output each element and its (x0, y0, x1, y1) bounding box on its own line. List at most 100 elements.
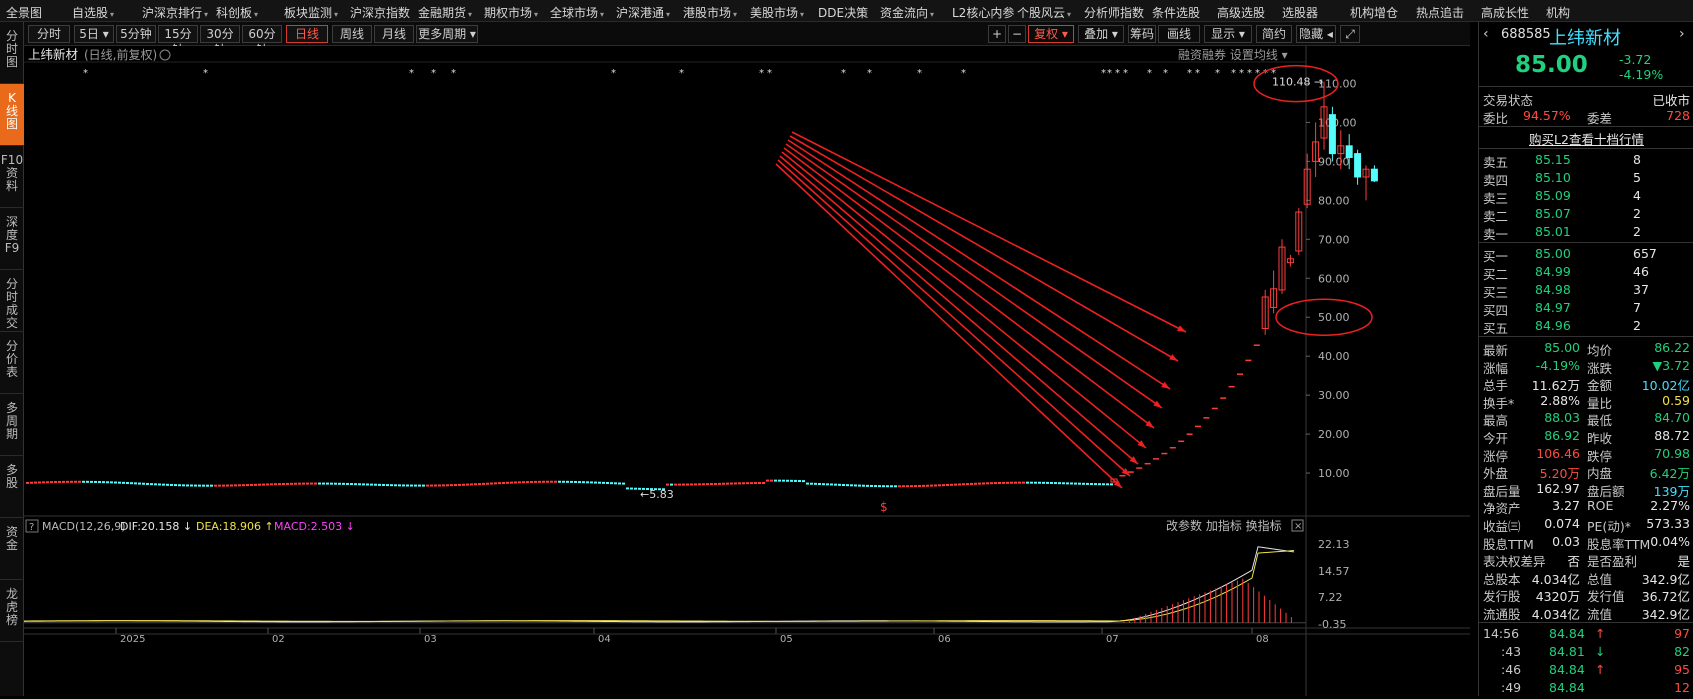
menu-7[interactable]: 期权市场 ▾ (484, 4, 538, 21)
toolbar-right-6[interactable]: 显示 ▾ (1204, 25, 1252, 43)
menu-10[interactable]: 港股市场 ▾ (683, 4, 737, 21)
period-0[interactable]: 分时 (28, 25, 70, 43)
ma-settings[interactable]: 融资融券 设置均线 ▾ (1178, 47, 1288, 62)
price-tick-label: 70.00 (1318, 233, 1350, 246)
history-candle (230, 484, 233, 487)
toolbar-right-3[interactable]: 叠加 ▾ (1078, 25, 1124, 43)
history-candle (306, 482, 309, 485)
event-marker[interactable]: * (1107, 68, 1112, 79)
menu-11[interactable]: 美股市场 ▾ (750, 4, 804, 21)
history-candle (870, 484, 873, 487)
event-marker[interactable]: * (679, 68, 684, 79)
menu-20[interactable]: 机构增仓 (1350, 4, 1398, 21)
menu-13[interactable]: 资金流向 ▾ (880, 4, 934, 21)
menu-18[interactable]: 高级选股 (1217, 4, 1265, 21)
event-marker[interactable]: * (1215, 68, 1220, 79)
menu-21[interactable]: 热点追击 (1416, 4, 1464, 21)
event-marker[interactable]: * (451, 68, 456, 79)
period-9[interactable]: 更多周期 ▾ (416, 25, 478, 43)
event-marker[interactable]: * (1147, 68, 1152, 79)
event-marker[interactable]: * (431, 68, 436, 79)
menu-19[interactable]: 选股器 (1282, 4, 1318, 21)
menu-9[interactable]: 沪深港通 ▾ (616, 4, 670, 21)
event-marker[interactable]: * (1123, 68, 1128, 79)
buy-l2-link[interactable]: 购买L2查看十档行情 (1479, 129, 1693, 148)
history-candle (234, 484, 237, 487)
event-marker[interactable]: * (867, 68, 872, 79)
nav-8[interactable]: 资金 (0, 518, 24, 580)
toolbar-right-1[interactable]: − (1008, 25, 1026, 43)
nav-4[interactable]: 分时成交 (0, 270, 24, 332)
nav-1[interactable]: K线图 (0, 84, 24, 146)
toolbar-right-2[interactable]: 复权 ▾ (1028, 25, 1074, 43)
indicator-links[interactable]: 改参数 加指标 换指标 (1166, 518, 1282, 533)
next-stock-arrow[interactable]: › (1679, 26, 1685, 42)
history-candle (706, 483, 709, 486)
event-marker[interactable]: * (1263, 68, 1268, 79)
chevron-down-icon: ▾ (254, 10, 259, 19)
toolbar-right-9[interactable]: ⤢ (1340, 25, 1360, 43)
event-marker[interactable]: * (203, 68, 208, 79)
event-marker[interactable]: * (1187, 68, 1192, 79)
toolbar-right-7[interactable]: 简约 (1256, 25, 1292, 43)
menu-17[interactable]: 条件选股 (1152, 4, 1200, 21)
event-marker[interactable]: * (759, 68, 764, 79)
period-4[interactable]: 30分钟 (200, 25, 240, 57)
menu-23[interactable]: 机构 (1546, 4, 1570, 21)
event-marker[interactable]: * (961, 68, 966, 79)
menu-22[interactable]: 高成长性 (1481, 4, 1529, 21)
menu-12[interactable]: DDE决策 (818, 4, 868, 21)
stat-row: 流通股 4.034亿 流值 342.9亿 (1483, 607, 1690, 622)
period-3[interactable]: 15分钟 (158, 25, 198, 57)
nav-7[interactable]: 多股 (0, 456, 24, 518)
event-marker[interactable]: * (1231, 68, 1236, 79)
event-marker[interactable]: * (83, 68, 88, 79)
menu-6[interactable]: 金融期货 ▾ (418, 4, 472, 21)
event-marker[interactable]: * (1115, 68, 1120, 79)
history-candle (466, 483, 469, 486)
history-candle (514, 481, 517, 484)
nav-0[interactable]: 分时图 (0, 22, 24, 84)
period-1[interactable]: 5日 ▾ (74, 25, 114, 43)
event-marker[interactable]: * (1239, 68, 1244, 79)
nav-2[interactable]: F10 资料 (0, 146, 24, 208)
event-marker[interactable]: * (767, 68, 772, 79)
nav-9[interactable]: 龙虎榜 (0, 580, 24, 642)
menu-15[interactable]: 个股风云 ▾ (1017, 4, 1071, 21)
menu-0[interactable]: 全景图 (6, 4, 42, 21)
menu-4[interactable]: 板块监测 ▾ (284, 4, 338, 21)
event-marker[interactable]: * (917, 68, 922, 79)
menu-2[interactable]: 沪深京排行 ▾ (142, 4, 208, 21)
prev-stock-arrow[interactable]: ‹ (1483, 26, 1489, 42)
period-8[interactable]: 月线 (374, 25, 414, 43)
nav-3[interactable]: 深度 F9 (0, 208, 24, 270)
toolbar-right-8[interactable]: 隐藏 ◂ (1296, 25, 1336, 43)
period-2[interactable]: 5分钟 (116, 25, 156, 43)
period-6[interactable]: 日线 (286, 25, 328, 43)
event-marker[interactable]: * (1163, 68, 1168, 79)
period-5[interactable]: 60分钟 (242, 25, 282, 57)
kline-chart-svg[interactable]: 上纬新材 (日线,前复权) 融资融券 设置均线 ▾* * * * * * * * * * * * * * * * *… (23, 46, 1470, 696)
menu-3[interactable]: 科创板 ▾ (216, 4, 258, 21)
menu-8[interactable]: 全球市场 ▾ (550, 4, 604, 21)
kline-chart-area[interactable]: 上纬新材 (日线,前复权) 融资融券 设置均线 ▾ * * * * * * * * * * * * * * * * *… (23, 46, 1470, 696)
history-candle (970, 482, 973, 485)
event-marker[interactable]: * (1247, 68, 1252, 79)
menu-1[interactable]: 自选股 ▾ (72, 4, 114, 21)
menu-16[interactable]: 分析师指数 (1084, 4, 1144, 21)
toolbar-right-4[interactable]: 筹码 (1128, 25, 1156, 43)
period-7[interactable]: 周线 (332, 25, 372, 43)
event-marker[interactable]: * (611, 68, 616, 79)
toolbar-right-0[interactable]: + (988, 25, 1006, 43)
nav-5[interactable]: 分价表 (0, 332, 24, 394)
menu-5[interactable]: 沪深京指数 (350, 4, 410, 21)
nav-6[interactable]: 多周期 (0, 394, 24, 456)
toolbar-right-5[interactable]: 画线 (1158, 25, 1200, 43)
history-candle (670, 483, 673, 486)
event-marker[interactable]: * (1101, 68, 1106, 79)
dividend-marker-icon[interactable]: $ (880, 500, 888, 514)
menu-14[interactable]: L2核心内参 (952, 4, 1014, 21)
event-marker[interactable]: * (841, 68, 846, 79)
event-marker[interactable]: * (1195, 68, 1200, 79)
event-marker[interactable]: * (409, 68, 414, 79)
